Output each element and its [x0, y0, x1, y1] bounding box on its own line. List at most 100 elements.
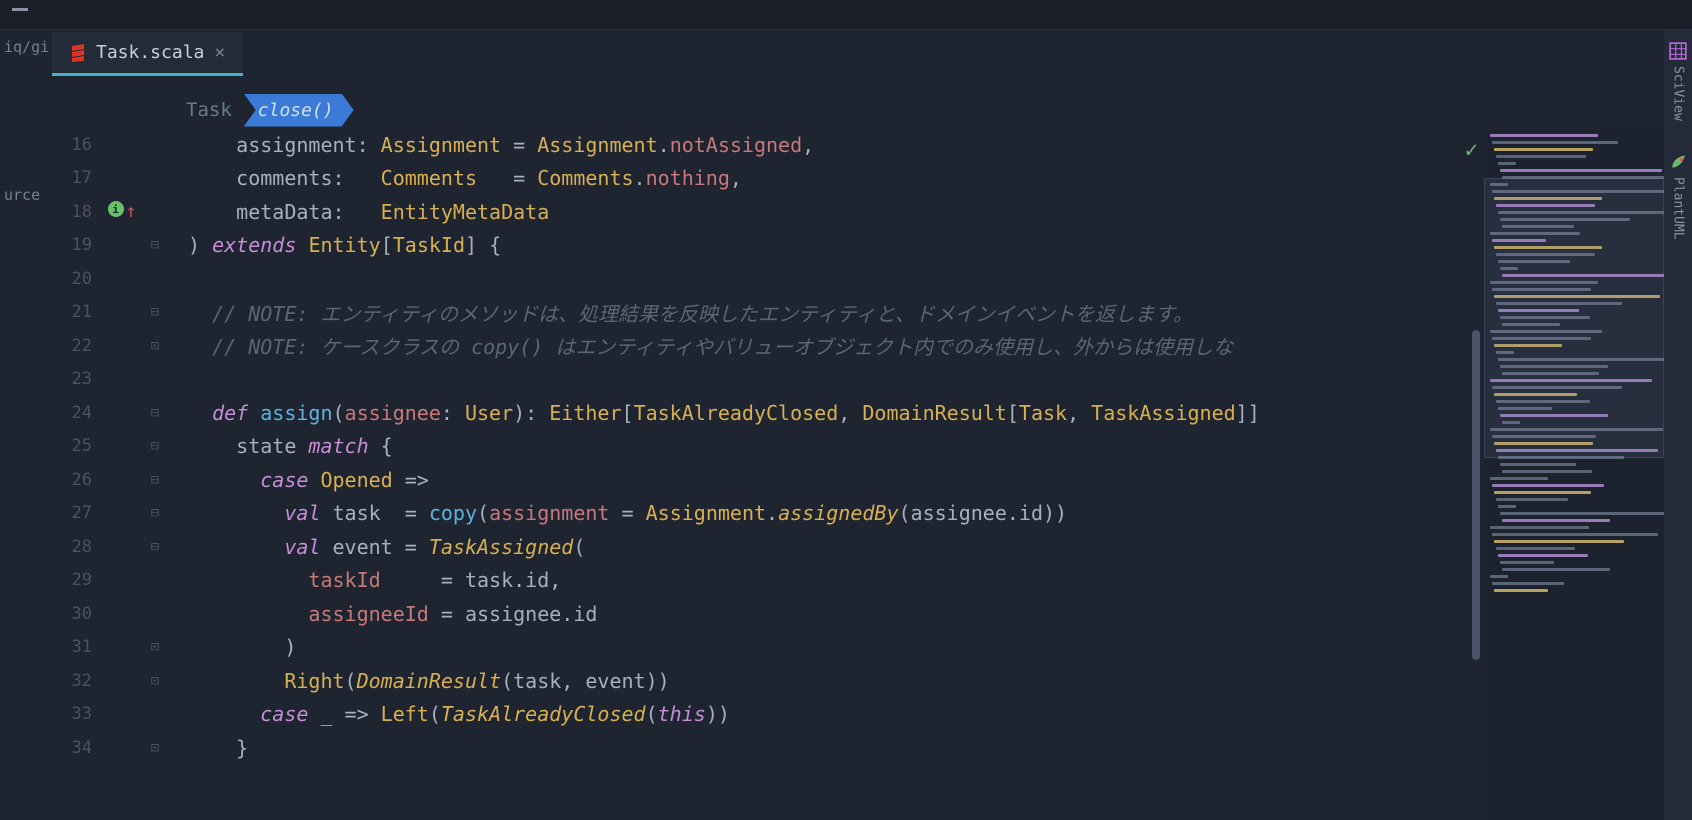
line-number: 22: [52, 336, 102, 356]
code-content[interactable]: Right(DomainResult(task, event)): [168, 669, 670, 693]
file-tab-active[interactable]: Task.scala ×: [52, 32, 243, 76]
scrollbar-thumb[interactable]: [1472, 330, 1480, 660]
code-editor[interactable]: 16 assignment: Assignment = Assignment.n…: [52, 128, 1482, 820]
minimap-line: [1502, 470, 1592, 473]
project-sidebar[interactable]: iq/gi urce: [0, 30, 52, 820]
code-line[interactable]: 33 case _ => Left(TaskAlreadyClosed(this…: [52, 698, 1482, 732]
code-line[interactable]: 34 ⊡ }: [52, 731, 1482, 765]
right-tool-strip: SciView PlantUML: [1664, 30, 1692, 820]
code-line[interactable]: 16 assignment: Assignment = Assignment.n…: [52, 128, 1482, 162]
code-line[interactable]: 18i↑ metaData: EntityMetaData: [52, 195, 1482, 229]
title-bar: [0, 0, 1692, 30]
fold-toggle-icon[interactable]: ⊟: [142, 472, 168, 488]
code-content[interactable]: taskId = task.id,: [168, 568, 561, 592]
fold-toggle-icon[interactable]: ⊡: [142, 740, 168, 756]
minimap-line: [1492, 484, 1604, 487]
code-content[interactable]: // NOTE: エンティティのメソッドは、処理結果を反映したエンティティと、ド…: [168, 298, 1193, 327]
fold-toggle-icon[interactable]: ⊟: [142, 405, 168, 421]
fold-toggle-icon[interactable]: ⊡: [142, 338, 168, 354]
inspection-marker-icon[interactable]: i: [108, 201, 124, 217]
fold-toggle-icon[interactable]: ⊡: [142, 639, 168, 655]
code-content[interactable]: comments: Comments = Comments.nothing,: [168, 166, 742, 190]
code-line[interactable]: 28⊟ val event = TaskAssigned(: [52, 530, 1482, 564]
minimap-line: [1490, 477, 1548, 480]
code-line[interactable]: 20: [52, 262, 1482, 296]
tool-plantuml[interactable]: PlantUML: [1667, 147, 1689, 246]
code-line[interactable]: 22 ⊡ // NOTE: ケースクラスの copy() はエンティティやバリュー…: [52, 329, 1482, 363]
fold-toggle-icon[interactable]: ⊟: [142, 237, 168, 253]
window-control-icon[interactable]: [12, 8, 28, 11]
minimap-line: [1498, 162, 1516, 165]
line-number: 29: [52, 570, 102, 590]
minimap-line: [1494, 491, 1591, 494]
minimap-line: [1500, 169, 1662, 172]
minimap-line: [1496, 547, 1575, 550]
line-number: 23: [52, 369, 102, 389]
minimap-line: [1492, 141, 1618, 144]
sidebar-item[interactable]: urce: [0, 178, 52, 212]
code-content[interactable]: }: [168, 736, 248, 760]
leaf-icon: [1669, 153, 1687, 171]
breadcrumb-item-active[interactable]: close(): [244, 94, 354, 127]
code-line[interactable]: 32 ⊡ Right(DomainResult(task, event)): [52, 664, 1482, 698]
minimap[interactable]: [1484, 130, 1664, 820]
sidebar-item[interactable]: iq/gi: [0, 30, 52, 64]
minimap-line: [1502, 519, 1610, 522]
code-line[interactable]: 29 taskId = task.id,: [52, 564, 1482, 598]
close-tab-icon[interactable]: ×: [214, 42, 225, 63]
code-line[interactable]: 25⊟ state match {: [52, 430, 1482, 464]
minimap-line: [1490, 575, 1508, 578]
tab-filename: Task.scala: [96, 42, 204, 63]
line-number: 30: [52, 604, 102, 624]
line-number: 19: [52, 235, 102, 255]
code-content[interactable]: case Opened =>: [168, 468, 429, 492]
line-number: 27: [52, 503, 102, 523]
code-content[interactable]: ): [168, 635, 296, 659]
fold-toggle-icon[interactable]: ⊟: [142, 304, 168, 320]
code-line[interactable]: 26 ⊟ case Opened =>: [52, 463, 1482, 497]
code-content[interactable]: metaData: EntityMetaData: [168, 200, 549, 224]
tool-label: PlantUML: [1671, 177, 1686, 240]
fold-toggle-icon[interactable]: ⊟: [142, 539, 168, 555]
minimap-viewport[interactable]: [1484, 178, 1664, 458]
fold-toggle-icon[interactable]: ⊟: [142, 438, 168, 454]
code-line[interactable]: 23: [52, 363, 1482, 397]
code-content[interactable]: ) extends Entity[TaskId] {: [168, 233, 501, 257]
line-number: 21: [52, 302, 102, 322]
code-line[interactable]: 17 comments: Comments = Comments.nothing…: [52, 162, 1482, 196]
scala-file-icon: [70, 44, 86, 62]
code-content[interactable]: state match {: [168, 434, 393, 458]
tool-sciview[interactable]: SciView: [1667, 36, 1689, 127]
line-number: 34: [52, 738, 102, 758]
grid-icon: [1669, 42, 1687, 60]
code-content[interactable]: case _ => Left(TaskAlreadyClosed(this)): [168, 702, 730, 726]
line-number: 26: [52, 470, 102, 490]
code-content[interactable]: val task = copy(assignment = Assignment.…: [168, 501, 1067, 525]
line-number: 17: [52, 168, 102, 188]
fold-toggle-icon[interactable]: ⊟: [142, 505, 168, 521]
code-content[interactable]: assigneeId = assignee.id: [168, 602, 597, 626]
code-content[interactable]: val event = TaskAssigned(: [168, 535, 585, 559]
code-line[interactable]: 21 ⊟ // NOTE: エンティティのメソッドは、処理結果を反映したエンティテ…: [52, 296, 1482, 330]
gutter-marker-slot: i↑: [102, 201, 142, 222]
line-number: 16: [52, 135, 102, 155]
breadcrumb-item[interactable]: Task: [170, 93, 248, 127]
tool-label: SciView: [1671, 66, 1686, 121]
code-line[interactable]: 24 ⊟ def assign(assignee: User): Either[T…: [52, 396, 1482, 430]
line-number: 32: [52, 671, 102, 691]
code-content[interactable]: def assign(assignee: User): Either[TaskA…: [168, 401, 1260, 425]
code-line[interactable]: 30 assigneeId = assignee.id: [52, 597, 1482, 631]
minimap-line: [1494, 540, 1624, 543]
line-number: 20: [52, 269, 102, 289]
code-content[interactable]: // NOTE: ケースクラスの copy() はエンティティやバリューオブジェ…: [168, 331, 1233, 360]
minimap-line: [1502, 568, 1610, 571]
code-content[interactable]: assignment: Assignment = Assignment.notA…: [168, 133, 814, 157]
code-line[interactable]: 31⊡ ): [52, 631, 1482, 665]
minimap-line: [1500, 512, 1673, 515]
minimap-line: [1498, 554, 1588, 557]
line-number: 24: [52, 403, 102, 423]
inspection-ok-icon[interactable]: ✓: [1465, 138, 1478, 163]
code-line[interactable]: 19 ⊟) extends Entity[TaskId] {: [52, 229, 1482, 263]
fold-toggle-icon[interactable]: ⊡: [142, 673, 168, 689]
code-line[interactable]: 27 ⊟ val task = copy(assignment = Assignm…: [52, 497, 1482, 531]
